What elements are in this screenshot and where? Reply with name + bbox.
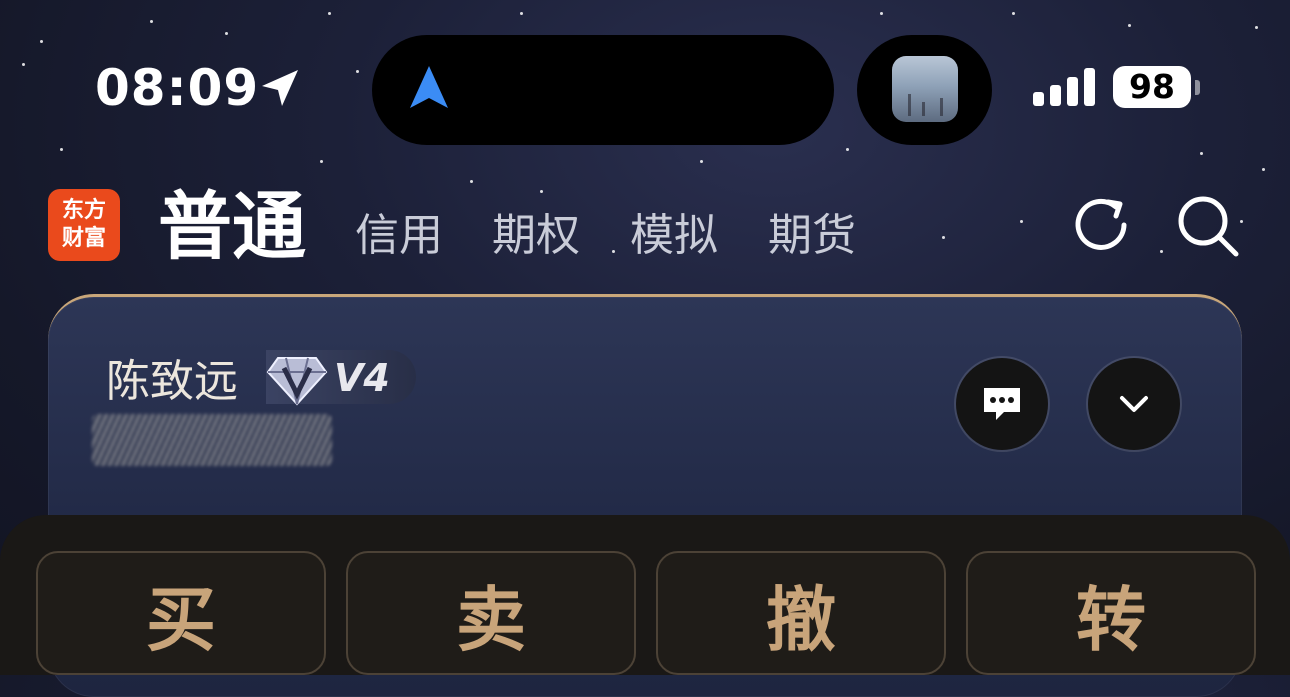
battery-icon: 98 xyxy=(1113,66,1191,108)
tab-normal[interactable]: 普通 xyxy=(158,182,306,272)
cancel-order-label: 撤 xyxy=(766,578,836,661)
diamond-icon xyxy=(266,357,328,406)
tab-futures[interactable]: 期货 xyxy=(768,206,856,266)
buy-button[interactable]: 买 xyxy=(36,551,326,675)
tab-options[interactable]: 期权 xyxy=(492,206,580,266)
buy-label: 买 xyxy=(146,578,216,661)
tab-simulated[interactable]: 模拟 xyxy=(630,206,718,266)
transfer-button[interactable]: 转 xyxy=(966,551,1256,675)
app-logo[interactable]: 东方 财富 xyxy=(48,189,120,261)
location-arrow-icon xyxy=(262,70,298,106)
sell-button[interactable]: 卖 xyxy=(346,551,636,675)
cancel-order-button[interactable]: 撤 xyxy=(656,551,946,675)
logo-line2: 财富 xyxy=(61,226,106,251)
masked-account-number xyxy=(92,414,332,466)
message-button[interactable] xyxy=(956,358,1048,450)
transfer-label: 转 xyxy=(1076,578,1146,661)
status-time: 08:09 xyxy=(95,59,260,117)
media-thumbnail xyxy=(892,56,958,122)
cellular-signal-icon xyxy=(1033,68,1095,106)
sell-label: 卖 xyxy=(456,578,526,661)
battery-cap xyxy=(1195,80,1200,95)
search-icon[interactable] xyxy=(1174,192,1240,258)
navigation-arrow-icon xyxy=(410,66,448,108)
message-icon xyxy=(984,388,1020,420)
refresh-icon[interactable] xyxy=(1068,192,1134,258)
media-activity[interactable] xyxy=(857,35,992,145)
logo-line1: 东方 xyxy=(61,198,106,223)
account-name: 陈致远 xyxy=(106,356,238,407)
tab-credit[interactable]: 信用 xyxy=(355,206,443,266)
chevron-down-icon xyxy=(1120,396,1148,412)
vip-level: V4 xyxy=(334,356,390,400)
expand-button[interactable] xyxy=(1088,358,1180,450)
